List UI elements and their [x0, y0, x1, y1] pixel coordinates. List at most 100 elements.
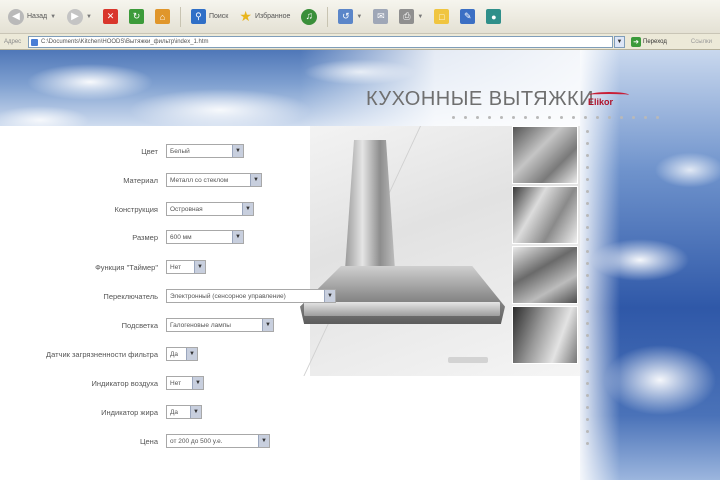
dot — [500, 116, 503, 119]
dot — [548, 116, 551, 119]
filter-row-air-indicator: Индикатор воздуха Нет ▼ — [0, 374, 204, 392]
hood-badge — [448, 357, 488, 363]
forward-button[interactable]: ▶ ▼ — [63, 5, 96, 29]
chevron-down-icon: ▼ — [250, 174, 261, 186]
dot — [596, 116, 599, 119]
filter-row-switch: Переключатель Электронный (сенсорное упр… — [0, 287, 336, 305]
chevron-down-icon: ▼ — [258, 435, 269, 447]
filter-row-grease-indicator: Индикатор жира Да ▼ — [0, 403, 202, 421]
select-value: Белый — [170, 147, 190, 155]
dot — [608, 116, 611, 119]
page-title: КУХОННЫЕ ВЫТЯЖКИ — [366, 88, 595, 110]
go-button[interactable]: ➜ Переход — [631, 36, 667, 47]
links-button[interactable]: Ссылки — [691, 39, 720, 45]
media-icon: ♫ — [301, 8, 318, 25]
air-indicator-select[interactable]: Нет ▼ — [166, 376, 204, 390]
filter-label: Датчик загрязненности фильтра — [46, 349, 158, 359]
dot — [586, 382, 589, 385]
search-button[interactable]: ⚲ Поиск — [187, 5, 232, 29]
chevron-down-icon: ▼ — [232, 231, 243, 243]
back-button[interactable]: ◀ Назад ▼ — [4, 5, 60, 29]
stop-button[interactable]: ✕ — [99, 5, 122, 29]
dot — [452, 116, 455, 119]
page-icon — [31, 38, 38, 46]
lighting-select[interactable]: Галогеновые лампы ▼ — [166, 318, 274, 332]
search-label: Поиск — [208, 13, 229, 20]
hood-thumbnail[interactable] — [512, 186, 578, 244]
url-input[interactable]: C:\Documents\Kitchen\HOODS\Вытяжки_фильт… — [28, 35, 613, 48]
history-button[interactable]: ↺ ▼ — [334, 5, 366, 29]
color-select[interactable]: Белый ▼ — [166, 144, 244, 158]
go-label: Переход — [643, 38, 667, 45]
dot — [586, 298, 589, 301]
hood-thumbnail[interactable] — [512, 126, 578, 184]
dot — [536, 116, 539, 119]
messenger-button[interactable]: ● — [482, 5, 505, 29]
dot — [586, 358, 589, 361]
dot — [620, 116, 623, 119]
filter-row-construction: Конструкция Островная ▼ — [0, 200, 254, 218]
dot — [586, 274, 589, 277]
address-bar: Адрес C:\Documents\Kitchen\HOODS\Вытяжки… — [0, 34, 720, 50]
dot — [586, 250, 589, 253]
dot — [524, 116, 527, 119]
switch-select[interactable]: Электронный (сенсорное управление) ▼ — [166, 289, 336, 303]
price-select[interactable]: от 200 до 500 у.е. ▼ — [166, 434, 270, 448]
select-value: Островная — [170, 205, 203, 213]
dot — [586, 130, 589, 133]
dot — [644, 116, 647, 119]
brand-logo[interactable]: Elikor — [585, 92, 635, 112]
mail-button[interactable]: ✉ — [369, 5, 392, 29]
history-icon: ↺ — [338, 9, 354, 24]
dot — [586, 346, 589, 349]
filter-label: Переключатель — [103, 291, 158, 301]
back-arrow-icon: ◀ — [8, 8, 24, 25]
chevron-down-icon: ▼ — [232, 145, 243, 157]
refresh-button[interactable]: ↻ — [125, 5, 148, 29]
filter-sensor-select[interactable]: Да ▼ — [166, 347, 198, 361]
timer-select[interactable]: Нет ▼ — [166, 260, 206, 274]
filter-row-material: Материал Металл со стеклом ▼ — [0, 171, 262, 189]
select-value: Нет — [170, 263, 182, 271]
chevron-down-icon: ▼ — [242, 203, 253, 215]
chevron-down-icon: ▼ — [194, 261, 205, 273]
hood-thumbnail[interactable] — [512, 306, 578, 364]
decorative-dots — [452, 116, 659, 119]
hood-thumbnail[interactable] — [512, 246, 578, 304]
filter-label: Размер — [132, 232, 158, 242]
edit-button[interactable]: ✎ — [456, 5, 479, 29]
filter-label: Индикатор воздуха — [91, 378, 158, 388]
url-dropdown-button[interactable]: ▼ — [614, 35, 625, 48]
home-button[interactable]: ⌂ — [151, 5, 174, 29]
filter-row-lighting: Подсветка Галогеновые лампы ▼ — [0, 316, 274, 334]
size-select[interactable]: 600 мм ▼ — [166, 230, 244, 244]
filter-row-filter-sensor: Датчик загрязненности фильтра Да ▼ — [0, 345, 198, 363]
forward-arrow-icon: ▶ — [67, 8, 84, 25]
favorites-button[interactable]: ★ Избранное — [235, 5, 294, 29]
mail-icon: ✉ — [373, 9, 389, 24]
folder-button[interactable]: □ — [430, 5, 453, 29]
dot — [560, 116, 563, 119]
print-icon: ⎙ — [399, 9, 415, 24]
dot — [586, 154, 589, 157]
go-arrow-icon: ➜ — [631, 36, 641, 47]
select-value: Нет — [170, 379, 182, 387]
refresh-icon: ↻ — [128, 9, 144, 24]
dot — [488, 116, 491, 119]
dot — [476, 116, 479, 119]
material-select[interactable]: Металл со стеклом ▼ — [166, 173, 262, 187]
folder-icon: □ — [434, 9, 450, 24]
print-button[interactable]: ⎙ ▼ — [395, 5, 427, 29]
messenger-icon: ● — [486, 9, 502, 24]
select-value: Металл со стеклом — [170, 176, 229, 184]
filter-label: Функция "Таймер" — [95, 262, 158, 272]
dot — [586, 334, 589, 337]
grease-indicator-select[interactable]: Да ▼ — [166, 405, 202, 419]
media-button[interactable]: ♫ — [297, 5, 321, 29]
dot — [586, 202, 589, 205]
construction-select[interactable]: Островная ▼ — [166, 202, 254, 216]
select-value: Да — [170, 408, 179, 416]
dot — [586, 226, 589, 229]
stop-icon: ✕ — [102, 9, 118, 24]
filter-row-price: Цена от 200 до 500 у.е. ▼ — [0, 432, 270, 450]
